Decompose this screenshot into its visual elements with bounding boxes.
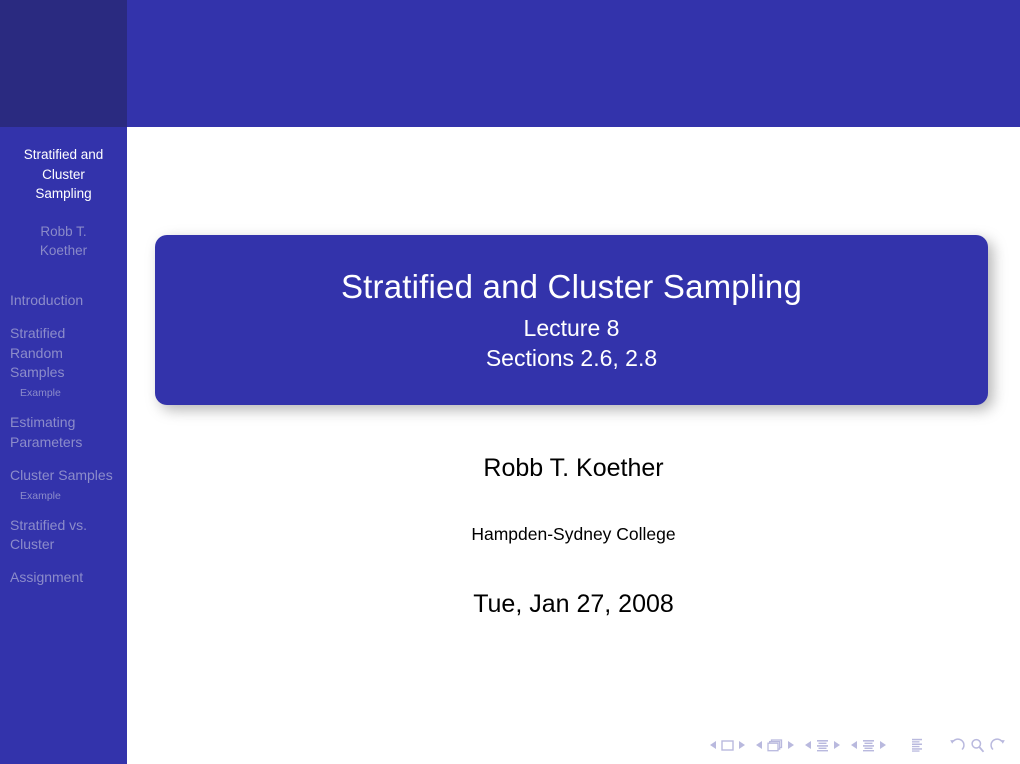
slide-icon[interactable] [721, 739, 734, 751]
sidebar-title-line-3: Sampling [35, 186, 92, 202]
section-navigation-group [851, 739, 886, 752]
prev-triangle-icon[interactable] [710, 741, 716, 749]
subsection-navigation-group [805, 739, 840, 752]
prev-triangle-icon[interactable] [851, 741, 857, 749]
sidebar-subitem-example-2[interactable]: Example [0, 489, 127, 503]
subtitle-line-2: Sections 2.6, 2.8 [485, 345, 658, 371]
sidebar: Stratified and Cluster Sampling Robb T. … [0, 127, 127, 764]
sidebar-author: Robb T. Koether [0, 204, 127, 261]
sidebar-subitem-example-1[interactable]: Example [0, 386, 127, 400]
presentation-date: Tue, Jan 27, 2008 [473, 590, 674, 618]
prev-triangle-icon[interactable] [805, 741, 811, 749]
sidebar-author-line-2: Koether [39, 243, 88, 259]
page-title: Stratified and Cluster Sampling [340, 268, 803, 305]
sidebar-item-assignment[interactable]: Assignment [0, 568, 127, 588]
sidebar-navigation: Introduction Stratified Random Samples E… [0, 261, 127, 588]
section-icon[interactable] [862, 739, 875, 752]
frame-navigation-group [756, 738, 794, 752]
institute-name: Hampden-Sydney College [471, 524, 676, 544]
forward-icon[interactable] [990, 738, 1006, 752]
beamer-navigation-symbols [710, 734, 1006, 756]
slide-navigation-group [710, 739, 745, 751]
frames-icon[interactable] [767, 738, 783, 752]
sidebar-item-stratified-vs-cluster[interactable]: Stratified vs. Cluster [0, 516, 127, 556]
view-navigation-group [949, 738, 1006, 753]
sidebar-item-cluster-samples[interactable]: Cluster Samples [0, 466, 127, 486]
next-triangle-icon[interactable] [834, 741, 840, 749]
subsection-icon[interactable] [816, 739, 829, 752]
presentation-slide: Stratified and Cluster Sampling Robb T. … [0, 0, 1020, 764]
sidebar-item-stratified-random-samples[interactable]: Stratified Random Samples [0, 324, 127, 383]
next-triangle-icon[interactable] [880, 741, 886, 749]
next-triangle-icon[interactable] [739, 741, 745, 749]
sidebar-title: Stratified and Cluster Sampling [0, 127, 127, 204]
sidebar-title-line-2: Cluster [42, 166, 85, 182]
sidebar-title-line-1: Stratified and [23, 147, 104, 162]
prev-triangle-icon[interactable] [756, 741, 762, 749]
document-icon[interactable] [911, 738, 924, 752]
title-block: Stratified and Cluster Sampling Lecture … [155, 235, 988, 405]
slide-header-bar [0, 0, 1020, 127]
slide-header-bar-left-block [0, 0, 127, 127]
document-navigation-group [911, 738, 924, 752]
search-icon[interactable] [970, 738, 985, 753]
sidebar-item-introduction[interactable]: Introduction [0, 291, 127, 311]
next-triangle-icon[interactable] [788, 741, 794, 749]
back-icon[interactable] [949, 738, 965, 752]
author-name: Robb T. Koether [483, 454, 664, 482]
sidebar-author-line-1: Robb T. [40, 223, 87, 239]
title-block-container: Stratified and Cluster Sampling Lecture … [155, 235, 993, 410]
author-block: Robb T. Koether Hampden-Sydney College T… [127, 452, 1020, 620]
sidebar-item-estimating-parameters[interactable]: Estimating Parameters [0, 413, 127, 453]
subtitle-line-1: Lecture 8 [523, 315, 620, 341]
